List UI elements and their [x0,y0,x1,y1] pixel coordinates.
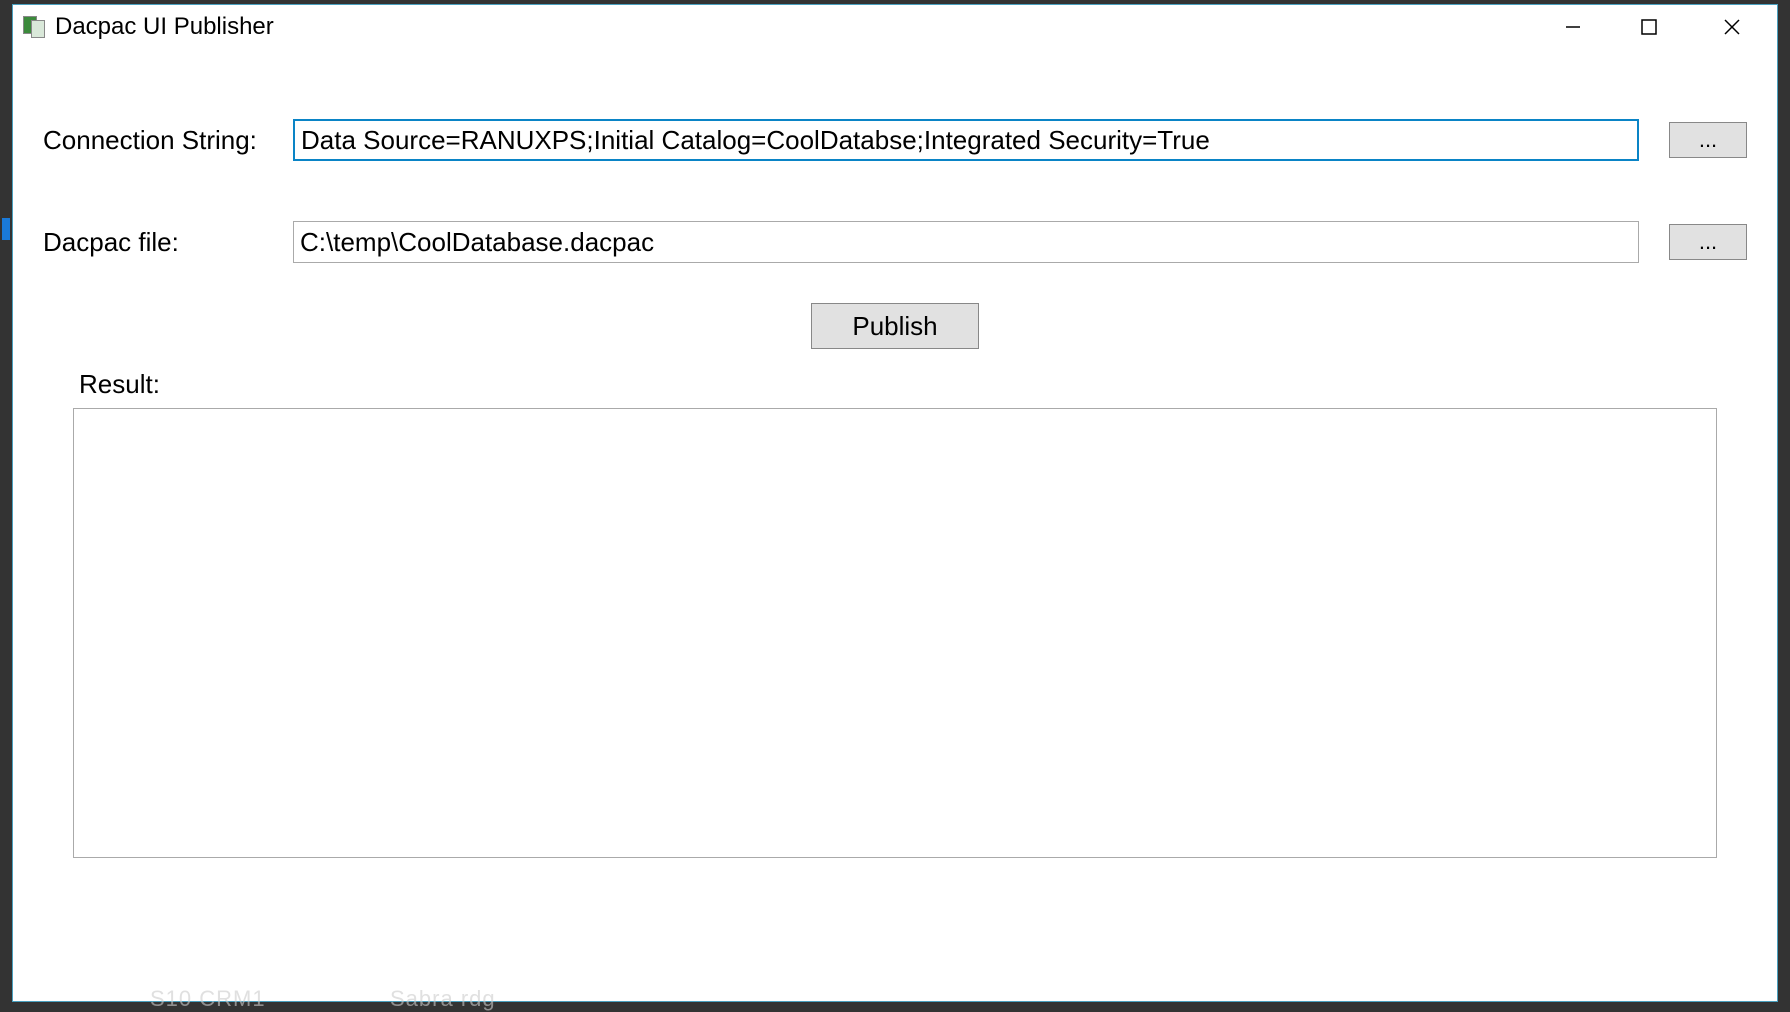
dacpac-file-label: Dacpac file: [43,227,293,258]
taskbar-fragment-2: Sabra rdg [390,986,496,1012]
maximize-icon [1640,18,1658,36]
maximize-button[interactable] [1611,5,1687,48]
publish-button[interactable]: Publish [811,303,979,349]
window-title: Dacpac UI Publisher [55,13,274,41]
connection-row: Connection String: ... [43,119,1747,161]
app-icon [23,16,45,38]
connection-browse-button[interactable]: ... [1669,122,1747,158]
main-window: Dacpac UI Publisher Connection String: .… [12,4,1778,1002]
dacpac-row: Dacpac file: ... [43,221,1747,263]
client-area: Connection String: ... Dacpac file: ... … [13,49,1777,878]
background-window-edge [2,218,10,240]
close-icon [1722,17,1742,37]
dacpac-browse-button[interactable]: ... [1669,224,1747,260]
dacpac-file-input[interactable] [293,221,1639,263]
minimize-button[interactable] [1535,5,1611,48]
titlebar[interactable]: Dacpac UI Publisher [13,5,1777,49]
connection-string-input[interactable] [293,119,1639,161]
minimize-icon [1564,18,1582,36]
publish-row: Publish [43,303,1747,349]
result-output[interactable] [73,408,1717,858]
close-button[interactable] [1687,5,1777,48]
result-label: Result: [79,369,1747,400]
taskbar-fragment-1: S10 CRM1 [150,986,266,1012]
window-controls [1535,5,1777,48]
connection-string-label: Connection String: [43,125,293,156]
